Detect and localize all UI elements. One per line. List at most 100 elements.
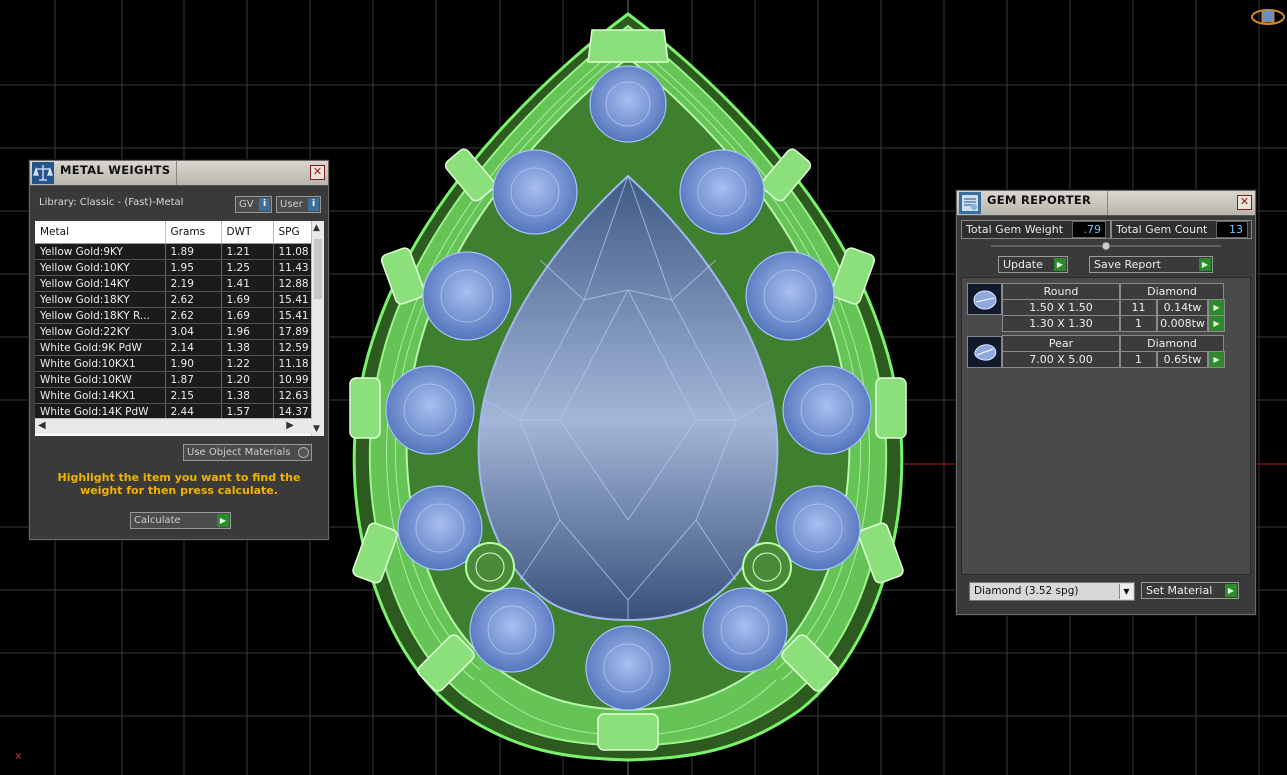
gem-weight: 0.14tw bbox=[1157, 299, 1208, 316]
cell-dwt: 1.25 bbox=[221, 259, 274, 276]
gem-size: 1.30 X 1.30 bbox=[1002, 315, 1120, 332]
play-arrow-icon: ▶ bbox=[217, 514, 229, 527]
total-gem-weight-field: Total Gem Weight .79 bbox=[961, 220, 1111, 239]
library-label: Library: Classic - (Fast)-Metal bbox=[39, 197, 184, 208]
table-row[interactable]: Yellow Gold:14KY 2.19 1.41 12.88 bbox=[35, 275, 316, 292]
cell-dwt: 1.38 bbox=[221, 387, 274, 404]
user-button[interactable]: User i bbox=[276, 196, 321, 213]
scroll-right-icon[interactable]: ▶ bbox=[286, 420, 294, 431]
set-material-button[interactable]: Set Material ▶ bbox=[1141, 582, 1239, 599]
cell-dwt: 1.38 bbox=[221, 339, 274, 356]
scroll-down-icon[interactable]: ▼ bbox=[313, 424, 320, 434]
table-row[interactable]: Yellow Gold:18KY R... 2.62 1.69 15.41 bbox=[35, 307, 316, 324]
cell-dwt: 1.41 bbox=[221, 275, 274, 292]
table-row[interactable]: White Gold:10KX1 1.90 1.22 11.18 bbox=[35, 355, 316, 372]
scale-icon bbox=[32, 162, 54, 184]
gem-size: 1.50 X 1.50 bbox=[1002, 299, 1120, 316]
cell-spg: 15.41 bbox=[273, 291, 316, 308]
cell-spg: 11.08 bbox=[273, 243, 316, 260]
table-row[interactable]: Yellow Gold:10KY 1.95 1.25 11.43 bbox=[35, 259, 316, 276]
update-button[interactable]: Update ▶ bbox=[998, 256, 1068, 273]
total-gem-count-field: Total Gem Count 13 bbox=[1111, 220, 1252, 239]
gem-reporter-panel: GEM REPORTER ✕ Total Gem Weight .79 Tota… bbox=[956, 190, 1256, 615]
cell-grams: 2.62 bbox=[165, 307, 222, 324]
gv-button[interactable]: GV i bbox=[235, 196, 272, 213]
view-cube-icon[interactable] bbox=[1251, 9, 1285, 25]
cell-spg: 15.41 bbox=[273, 307, 316, 324]
gem-shape-round: Round bbox=[1002, 283, 1120, 300]
gem-weight: 0.65tw bbox=[1157, 351, 1208, 368]
gem-reporter-titlebar[interactable]: GEM REPORTER ✕ bbox=[957, 191, 1255, 216]
scroll-thumb[interactable] bbox=[314, 239, 322, 299]
play-arrow-icon: ▶ bbox=[1054, 258, 1066, 271]
cell-metal: Yellow Gold:18KY R... bbox=[35, 307, 166, 324]
table-row[interactable]: White Gold:9K PdW 2.14 1.38 12.59 bbox=[35, 339, 316, 356]
cell-dwt: 1.69 bbox=[221, 291, 274, 308]
cell-dwt: 1.20 bbox=[221, 371, 274, 388]
col-grams[interactable]: Grams bbox=[165, 221, 222, 244]
table-row[interactable]: Yellow Gold:22KY 3.04 1.96 17.89 bbox=[35, 323, 316, 340]
close-button[interactable]: ✕ bbox=[1237, 195, 1252, 210]
cell-spg: 11.43 bbox=[273, 259, 316, 276]
pear-ring-model[interactable] bbox=[349, 12, 907, 762]
cell-grams: 1.87 bbox=[165, 371, 222, 388]
cell-grams: 2.19 bbox=[165, 275, 222, 292]
cell-spg: 12.88 bbox=[273, 275, 316, 292]
cell-spg: 12.63 bbox=[273, 387, 316, 404]
cell-dwt: 1.96 bbox=[221, 323, 274, 340]
cell-metal: Yellow Gold:9KY bbox=[35, 243, 166, 260]
metal-weights-titlebar[interactable]: METAL WEIGHTS ✕ bbox=[30, 161, 328, 186]
scroll-up-icon[interactable]: ▲ bbox=[313, 223, 320, 233]
gem-list[interactable]: Round Diamond 1.50 X 1.50 11 0.14tw ▶ 1.… bbox=[961, 277, 1251, 575]
save-report-button[interactable]: Save Report ▶ bbox=[1089, 256, 1213, 273]
cell-grams: 3.04 bbox=[165, 323, 222, 340]
panel-title: METAL WEIGHTS bbox=[60, 163, 171, 177]
col-spg[interactable]: SPG bbox=[273, 221, 316, 244]
table-row[interactable]: White Gold:10KW 1.87 1.20 10.99 bbox=[35, 371, 316, 388]
col-dwt[interactable]: DWT bbox=[221, 221, 274, 244]
col-metal[interactable]: Metal bbox=[35, 221, 166, 244]
total-gem-count-value: 13 bbox=[1216, 221, 1248, 238]
cell-spg: 11.18 bbox=[273, 355, 316, 372]
gem-material-pear: Diamond bbox=[1120, 335, 1224, 352]
round-gem-icon[interactable] bbox=[967, 283, 1002, 315]
cell-grams: 1.90 bbox=[165, 355, 222, 372]
table-row[interactable]: White Gold:14KX1 2.15 1.38 12.63 bbox=[35, 387, 316, 404]
scroll-left-icon[interactable]: ◀ bbox=[38, 420, 46, 431]
panel-title: GEM REPORTER bbox=[987, 193, 1092, 207]
cell-metal: White Gold:10KX1 bbox=[35, 355, 166, 372]
gem-shape-pear: Pear bbox=[1002, 335, 1120, 352]
cell-grams: 1.89 bbox=[165, 243, 222, 260]
instruction-text: Highlight the item you want to find the … bbox=[57, 471, 301, 497]
select-gem-arrow-icon[interactable]: ▶ bbox=[1208, 299, 1225, 316]
cell-metal: Yellow Gold:14KY bbox=[35, 275, 166, 292]
gem-report-icon bbox=[959, 192, 981, 214]
gem-count: 1 bbox=[1120, 315, 1157, 332]
cell-spg: 17.89 bbox=[273, 323, 316, 340]
use-object-materials-toggle[interactable]: Use Object Materials bbox=[183, 444, 312, 461]
pear-gem-icon[interactable] bbox=[967, 336, 1002, 368]
cell-metal: Yellow Gold:22KY bbox=[35, 323, 166, 340]
close-button[interactable]: ✕ bbox=[310, 165, 325, 180]
cell-spg: 12.59 bbox=[273, 339, 316, 356]
info-icon: i bbox=[259, 198, 270, 211]
table-row[interactable]: Yellow Gold:18KY 2.62 1.69 15.41 bbox=[35, 291, 316, 308]
cell-metal: Yellow Gold:10KY bbox=[35, 259, 166, 276]
expand-slider[interactable] bbox=[991, 240, 1221, 252]
cell-grams: 2.62 bbox=[165, 291, 222, 308]
horizontal-scrollbar[interactable]: ◀ ▶ bbox=[35, 418, 312, 434]
calculate-button[interactable]: Calculate ▶ bbox=[130, 512, 231, 529]
cell-spg: 10.99 bbox=[273, 371, 316, 388]
table-row[interactable]: Yellow Gold:9KY 1.89 1.21 11.08 bbox=[35, 243, 316, 260]
cell-grams: 2.14 bbox=[165, 339, 222, 356]
cell-dwt: 1.69 bbox=[221, 307, 274, 324]
gem-material-round: Diamond bbox=[1120, 283, 1224, 300]
gem-weight: 0.008tw bbox=[1157, 315, 1208, 332]
gem-size: 7.00 X 5.00 bbox=[1002, 351, 1120, 368]
vertical-scrollbar[interactable]: ▲ ▼ bbox=[311, 221, 324, 436]
select-gem-arrow-icon[interactable]: ▶ bbox=[1208, 315, 1225, 332]
chevron-down-icon[interactable]: ▼ bbox=[1119, 584, 1133, 599]
metal-table[interactable]: Metal Grams DWT SPG Yellow Gold:9KY 1.89 1… bbox=[35, 221, 324, 436]
material-select[interactable]: Diamond (3.52 spg) ▼ bbox=[969, 582, 1135, 601]
select-gem-arrow-icon[interactable]: ▶ bbox=[1208, 351, 1225, 368]
